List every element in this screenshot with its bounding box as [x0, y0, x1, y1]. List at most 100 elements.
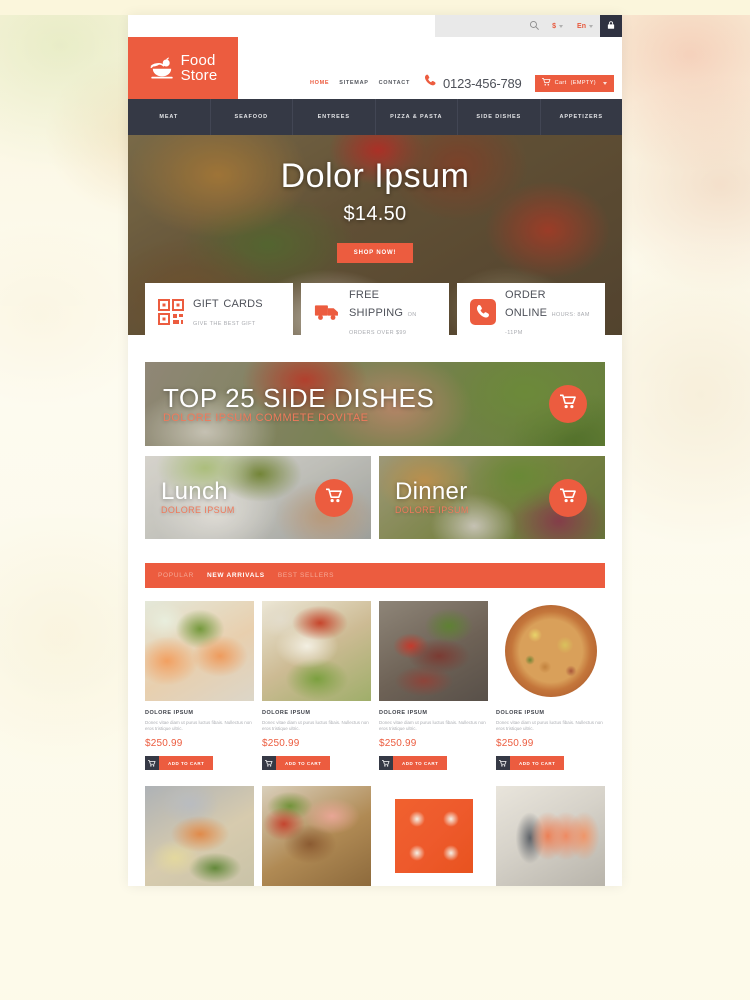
promo-title: TOP 25 SIDE DISHES: [163, 382, 435, 413]
product-card: DOLORE IPSUM Donec vitae diam ut purus l…: [496, 601, 605, 772]
promo-top-side-dishes[interactable]: TOP 25 SIDE DISHES DOLORE IPSUM COMMETE …: [145, 362, 605, 446]
product-name[interactable]: DOLORE IPSUM: [496, 710, 605, 716]
language-selector[interactable]: En: [570, 15, 600, 37]
top-utility-bar: $ En: [128, 15, 622, 37]
product-image-salmon-fillet-slices[interactable]: [496, 785, 605, 886]
hero-title: Dolor Ipsum: [280, 157, 470, 195]
product-image-grilled-steak[interactable]: [379, 601, 488, 701]
promo-pair: Lunch DOLORE IPSUM Dinner DOLORE IPSUM: [145, 456, 605, 539]
product-image-pizza[interactable]: [496, 601, 605, 701]
cart-label: Cart: [554, 80, 567, 86]
product-image-salmon-melon-salad[interactable]: [145, 601, 254, 701]
hero-price: $14.50: [343, 203, 407, 225]
product-description: Donec vitae diam ut purus luctus fibais.…: [379, 720, 486, 731]
promo-cart-button[interactable]: [549, 385, 587, 423]
promo-cart-button[interactable]: [549, 478, 587, 517]
nav-item-meat[interactable]: MEAT: [128, 99, 211, 135]
add-to-cart-button[interactable]: ADD TO CART: [496, 756, 565, 770]
feature-strip: GIFT CARDS GIVE THE BEST GIFT FREE SHIPP…: [128, 283, 622, 340]
add-to-cart-button[interactable]: ADD TO CART: [145, 756, 214, 770]
nav-item-appetizers[interactable]: APPETIZERS: [541, 99, 623, 135]
logo-line-2: Store: [180, 67, 218, 84]
site-container: $ En Food Store HOME SITEMAP CONTACT 012…: [128, 15, 622, 886]
promo-subtitle: DOLORE IPSUM: [161, 505, 235, 515]
product-image-roast-chicken-rice[interactable]: [262, 785, 371, 886]
search-input[interactable]: [435, 15, 528, 37]
nav-link-contact[interactable]: CONTACT: [379, 80, 410, 86]
logo-line-1: Food: [180, 52, 216, 69]
product-card: DOLORE IPSUM Donec vitae diam ut purus l…: [145, 601, 254, 772]
promo-title: Lunch: [161, 478, 228, 505]
promo-dinner[interactable]: Dinner DOLORE IPSUM: [379, 456, 605, 539]
feature-line-2: ONLINE: [505, 306, 548, 319]
promo-cart-button[interactable]: [315, 478, 353, 517]
cart-icon: [324, 488, 343, 508]
promo-title: Dinner: [395, 478, 468, 505]
shop-now-button[interactable]: SHOP NOW!: [336, 243, 414, 263]
feature-text: ORDER ONLINE HOURS: 8AM -11PM: [505, 285, 592, 339]
cart-icon: [558, 394, 577, 414]
add-to-cart-button[interactable]: ADD TO CART: [379, 756, 448, 770]
promo-section: TOP 25 SIDE DISHES DOLORE IPSUM COMMETE …: [128, 340, 622, 539]
product-image-sushi-rolls[interactable]: [379, 785, 488, 886]
product-image-fish-fillet-salad[interactable]: [262, 601, 371, 701]
feature-order-online[interactable]: ORDER ONLINE HOURS: 8AM -11PM: [457, 283, 605, 340]
product-description: Donec vitae diam ut purus luctus fibais.…: [496, 720, 603, 731]
logo-text: Food Store: [181, 53, 218, 83]
currency-value: $: [552, 22, 557, 30]
phone-block[interactable]: 0123-456-789: [423, 73, 522, 93]
add-to-cart-label: ADD TO CART: [159, 756, 214, 770]
truck-icon: [314, 299, 340, 325]
add-to-cart-label: ADD TO CART: [510, 756, 565, 770]
feature-free-shipping[interactable]: FREE SHIPPING ON ORDERS OVER $99: [301, 283, 449, 340]
chevron-down-icon: [589, 24, 593, 28]
product-name[interactable]: DOLORE IPSUM: [145, 710, 254, 716]
cart-button[interactable]: Cart (EMPTY): [534, 74, 614, 92]
tab-best-sellers[interactable]: BEST SELLERS: [278, 572, 334, 579]
logo[interactable]: Food Store: [128, 37, 238, 99]
product-card: DOLORE IPSUM Donec vitae diam ut purus l…: [262, 601, 371, 772]
nav-item-entrees[interactable]: ENTREES: [293, 99, 376, 135]
nav-link-home[interactable]: HOME: [310, 80, 329, 86]
feature-subtitle: GIVE THE BEST GIFT: [193, 320, 256, 327]
header-right: HOME SITEMAP CONTACT 0123-456-789 Cart (…: [238, 37, 622, 99]
phone-number: 0123-456-789: [443, 75, 522, 91]
product-card: [496, 785, 605, 886]
site-header: Food Store HOME SITEMAP CONTACT 0123-456…: [128, 37, 622, 99]
product-tabs: POPULAR NEW ARRIVALS BEST SELLERS: [145, 563, 605, 588]
phone-square-icon: [470, 298, 496, 325]
feature-gift-cards[interactable]: GIFT CARDS GIVE THE BEST GIFT: [145, 283, 293, 340]
currency-selector[interactable]: $: [545, 15, 571, 37]
bowl-fruit-icon: [149, 56, 175, 80]
nav-item-pizza-pasta[interactable]: PIZZA & PASTA: [376, 99, 458, 135]
nav-item-side-dishes[interactable]: SIDE DISHES: [458, 99, 541, 135]
feature-line-1: GIFT: [193, 297, 219, 310]
promo-text: Lunch DOLORE IPSUM: [161, 478, 235, 516]
feature-line-1: FREE: [349, 288, 380, 301]
nav-link-sitemap[interactable]: SITEMAP: [339, 80, 368, 86]
nav-item-seafood[interactable]: SEAFOOD: [211, 99, 293, 135]
product-name[interactable]: DOLORE IPSUM: [262, 710, 371, 716]
product-image-grilled-salmon-rice[interactable]: [145, 785, 254, 886]
promo-text: TOP 25 SIDE DISHES DOLORE IPSUM COMMETE …: [163, 385, 434, 424]
search-icon[interactable]: [529, 20, 540, 31]
product-price: $250.99: [145, 738, 183, 749]
product-price: $250.99: [262, 738, 300, 749]
language-value: En: [577, 22, 586, 30]
feature-line-2: CARDS: [223, 297, 263, 310]
product-description: Donec vitae diam ut purus luctus fibais.…: [145, 720, 252, 731]
product-name[interactable]: DOLORE IPSUM: [379, 710, 488, 716]
feature-text: GIFT CARDS GIVE THE BEST GIFT: [193, 294, 280, 330]
add-to-cart-label: ADD TO CART: [393, 756, 448, 770]
cart-icon: [379, 756, 393, 770]
promo-lunch[interactable]: Lunch DOLORE IPSUM: [145, 456, 371, 539]
account-lock-button[interactable]: [600, 15, 622, 37]
promo-subtitle: DOLORE IPSUM: [395, 505, 469, 515]
tab-popular[interactable]: POPULAR: [158, 572, 194, 579]
cart-icon: [541, 78, 551, 88]
product-card: [262, 785, 371, 886]
tab-new-arrivals[interactable]: NEW ARRIVALS: [207, 572, 265, 579]
search-box[interactable]: [435, 15, 546, 37]
add-to-cart-button[interactable]: ADD TO CART: [262, 756, 331, 770]
lock-icon: [606, 17, 616, 35]
